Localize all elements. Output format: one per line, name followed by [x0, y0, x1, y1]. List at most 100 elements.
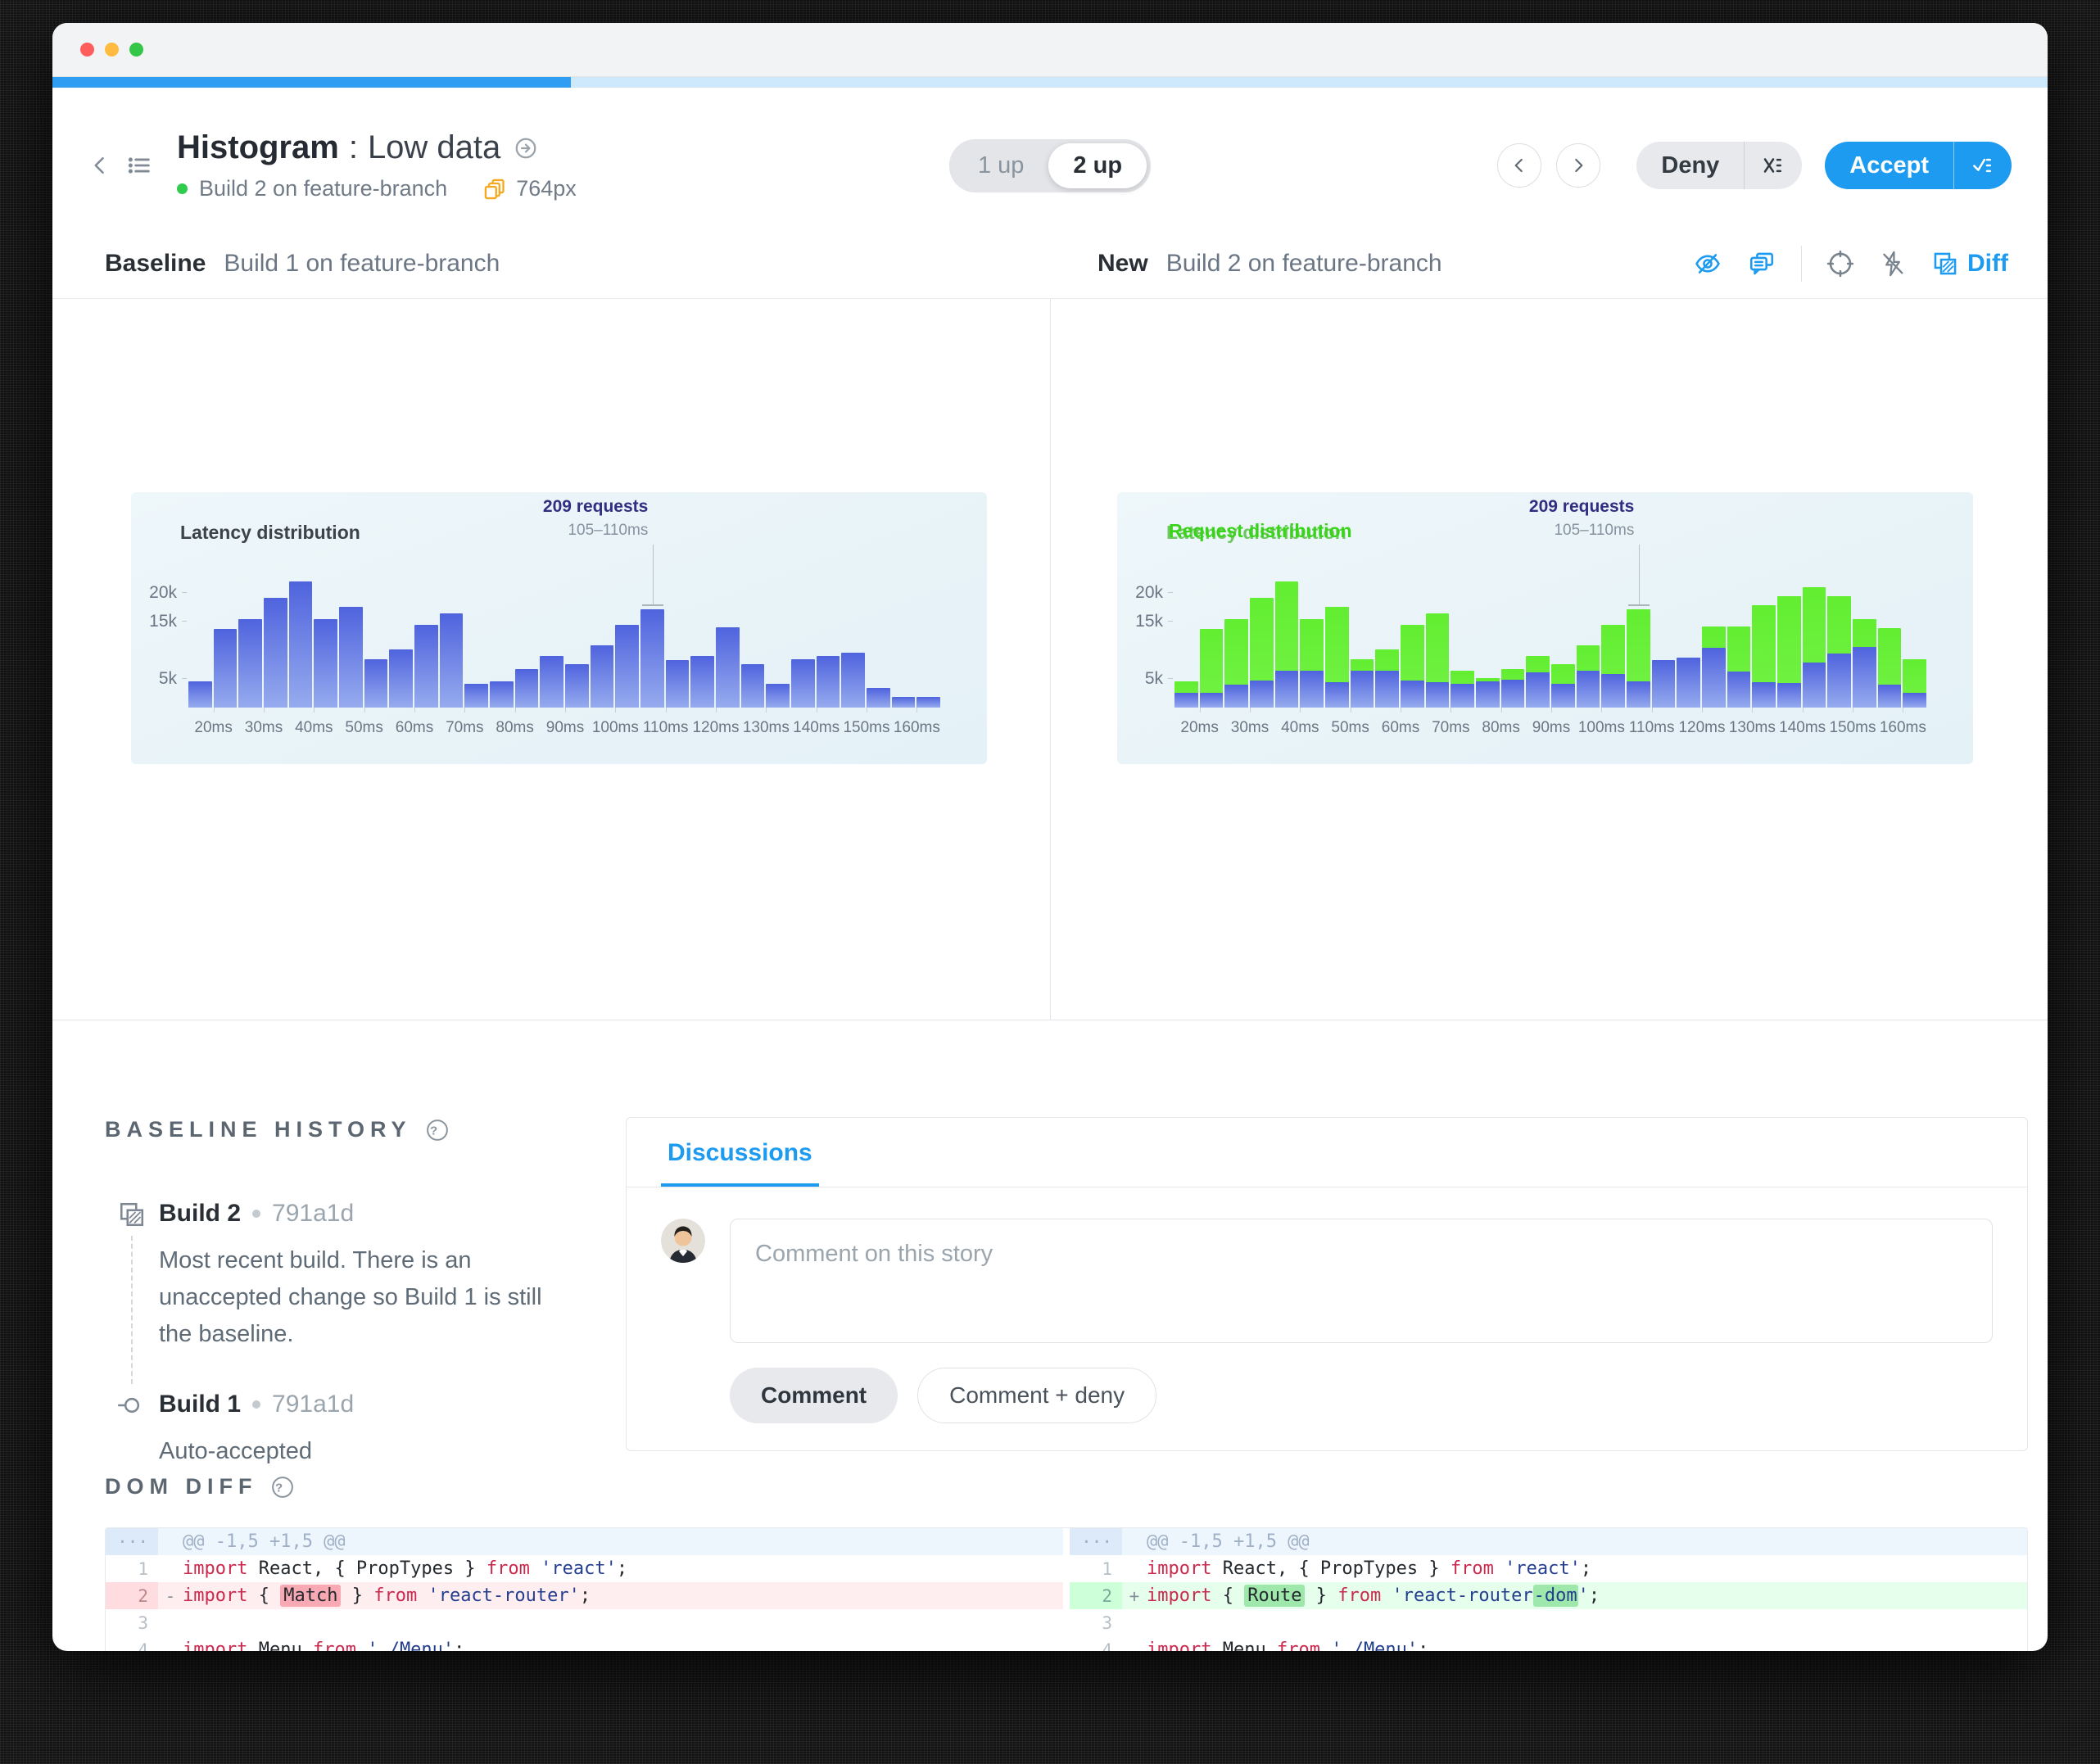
histogram-bar-baseline-latency [590, 645, 614, 708]
zoom-window-button[interactable] [129, 43, 143, 57]
diff-hunk-header: ··· @@ -1,5 +1,5 @@ [1070, 1528, 2027, 1555]
histogram-bar-baseline-latency [740, 663, 765, 708]
x-axis-label: 40ms [295, 719, 333, 736]
baseline-label: Baseline [105, 250, 206, 277]
diff-toggle-label: Diff [1967, 250, 2008, 277]
x-axis-label: 150ms [1829, 719, 1876, 736]
back-icon[interactable] [88, 152, 113, 179]
x-axis-label: 30ms [1230, 719, 1270, 736]
histogram-bar-baseline-latency [364, 659, 388, 708]
snapshot-panes: Latency distribution 5k 15k 20k 20ms 30ms 40ms… [52, 298, 2048, 1020]
goto-story-icon[interactable] [514, 136, 538, 161]
histogram-bar-baseline-latency [615, 624, 639, 708]
pixel-zoom-icon[interactable] [1826, 250, 1854, 278]
histogram-bar-new-latency [1300, 671, 1324, 708]
toggle-1up[interactable]: 1 up [953, 143, 1048, 188]
x-axis-label: 90ms [545, 719, 585, 736]
histogram-bar-new-latency [1677, 658, 1700, 708]
x-axis-label: 60ms [1381, 719, 1420, 736]
page-title: Histogram : Low data [177, 129, 577, 166]
x-axis-label: 40ms [1281, 719, 1319, 736]
histogram-bar-baseline-latency [389, 649, 413, 708]
svg-text:?: ? [276, 1481, 291, 1495]
histogram-bar-baseline-latency [540, 656, 563, 708]
baseline-snapshot-chart: Latency distribution 5k 15k 20k 20ms 30ms 40ms… [131, 492, 987, 764]
histogram-bar-new-latency [1224, 685, 1248, 708]
minimize-window-button[interactable] [105, 43, 119, 57]
histogram-bar-baseline-latency [238, 619, 262, 708]
histogram-bar-baseline-latency [213, 629, 238, 708]
histogram-bar-new-latency [1702, 648, 1726, 708]
diff-line: 1 import React, { PropTypes } from 'react… [138, 1558, 628, 1579]
y-axis-label: 5k [1144, 669, 1163, 688]
build-name[interactable]: Build 1 [159, 1391, 241, 1418]
histogram-bar-baseline-latency [339, 606, 363, 708]
dom-diff-heading: DOM DIFF [105, 1474, 258, 1499]
diff-toggle[interactable]: Diff [1931, 250, 2008, 278]
build-progress-fill [52, 77, 572, 88]
layout-toggle: 1 up 2 up [948, 138, 1152, 192]
x-axis-label: 160ms [893, 719, 940, 736]
dom-diff-viewer[interactable]: ··· @@ -1,5 +1,5 @@ 1 import React, { PropT… [105, 1527, 2028, 1651]
flash-off-icon[interactable] [1879, 250, 1907, 278]
baseline-history-section: BASELINE HISTORY ? Build 2 791a1d Most rec… [105, 1117, 563, 1508]
deny-all-icon[interactable] [1744, 142, 1802, 189]
y-axis-label: 20k [149, 583, 177, 602]
histogram-bar-new-latency [1651, 659, 1676, 708]
y-axis-label: 15k [149, 612, 177, 631]
diff-line: 4 import Menu from './Menu'; [138, 1640, 465, 1651]
x-axis-label: 130ms [1728, 719, 1776, 736]
help-icon[interactable]: ? [425, 1118, 450, 1142]
histogram-bar-new-latency [1401, 681, 1424, 708]
accept-all-icon[interactable] [1953, 142, 2012, 189]
diff-line: 3 [138, 1612, 148, 1633]
pane-divider [1050, 299, 1051, 1020]
diff-line: 2- import { Match } from 'react-router'; [106, 1582, 1063, 1609]
histogram-bar-baseline-latency [314, 619, 337, 708]
baseline-build-label: Build 1 on feature-branch [224, 250, 500, 277]
histogram-bar-baseline-latency [514, 669, 539, 708]
close-window-button[interactable] [80, 43, 94, 57]
histogram-bar-new-latency [1777, 682, 1801, 708]
histogram-bar-new-latency [1526, 672, 1550, 708]
comment-input[interactable] [730, 1219, 1993, 1343]
hide-diff-eye-icon[interactable] [1693, 250, 1722, 278]
new-label: New [1098, 250, 1148, 277]
histogram-bar-new-latency [1451, 683, 1474, 708]
histogram-bar-new-latency [1802, 662, 1826, 708]
toggle-2up[interactable]: 2 up [1048, 142, 1147, 188]
histogram-bar-new-latency [1500, 679, 1525, 708]
tab-discussions[interactable]: Discussions [661, 1118, 819, 1187]
snapshot-list-icon[interactable] [124, 152, 154, 179]
avatar [661, 1219, 705, 1263]
histogram-bar-baseline-latency [490, 681, 514, 708]
comment-deny-button[interactable]: Comment + deny [917, 1368, 1157, 1423]
x-axis-label: 110ms [1628, 719, 1675, 736]
window-titlebar[interactable] [52, 23, 2048, 77]
deny-button-group: Deny [1636, 142, 1803, 189]
next-snapshot-button[interactable] [1556, 143, 1601, 188]
timeline-connector [131, 1236, 133, 1384]
prev-snapshot-button[interactable] [1497, 143, 1542, 188]
build-name[interactable]: Build 2 [159, 1200, 241, 1228]
histogram-bar-new-latency [1174, 692, 1198, 708]
svg-text:?: ? [430, 1124, 445, 1138]
comments-icon[interactable] [1747, 250, 1776, 278]
diff-line: 3 [1102, 1612, 1112, 1633]
help-icon[interactable]: ? [270, 1475, 295, 1499]
histogram-bar-new-latency [1853, 646, 1876, 708]
x-axis-label: 120ms [692, 719, 740, 736]
deny-button[interactable]: Deny [1636, 142, 1744, 189]
comment-button[interactable]: Comment [730, 1368, 898, 1423]
accept-button[interactable]: Accept [1825, 142, 1953, 189]
histogram-bar-new-latency [1375, 671, 1399, 708]
histogram-bar-new-latency [1274, 671, 1299, 708]
histogram-bar-baseline-latency [188, 681, 212, 708]
diff-pane-baseline: ··· @@ -1,5 +1,5 @@ 1 import React, { PropT… [106, 1528, 1063, 1651]
x-axis-label: 130ms [742, 719, 790, 736]
histogram-bar-baseline-latency [288, 581, 313, 708]
histogram-bar-new-latency [1476, 681, 1500, 708]
diff-line: 2 + import { Route } from 'react-router-do… [1070, 1582, 2027, 1609]
histogram-bar-baseline-latency [414, 624, 438, 708]
diff-line: 4 import Menu from './Menu'; [1102, 1640, 1429, 1651]
